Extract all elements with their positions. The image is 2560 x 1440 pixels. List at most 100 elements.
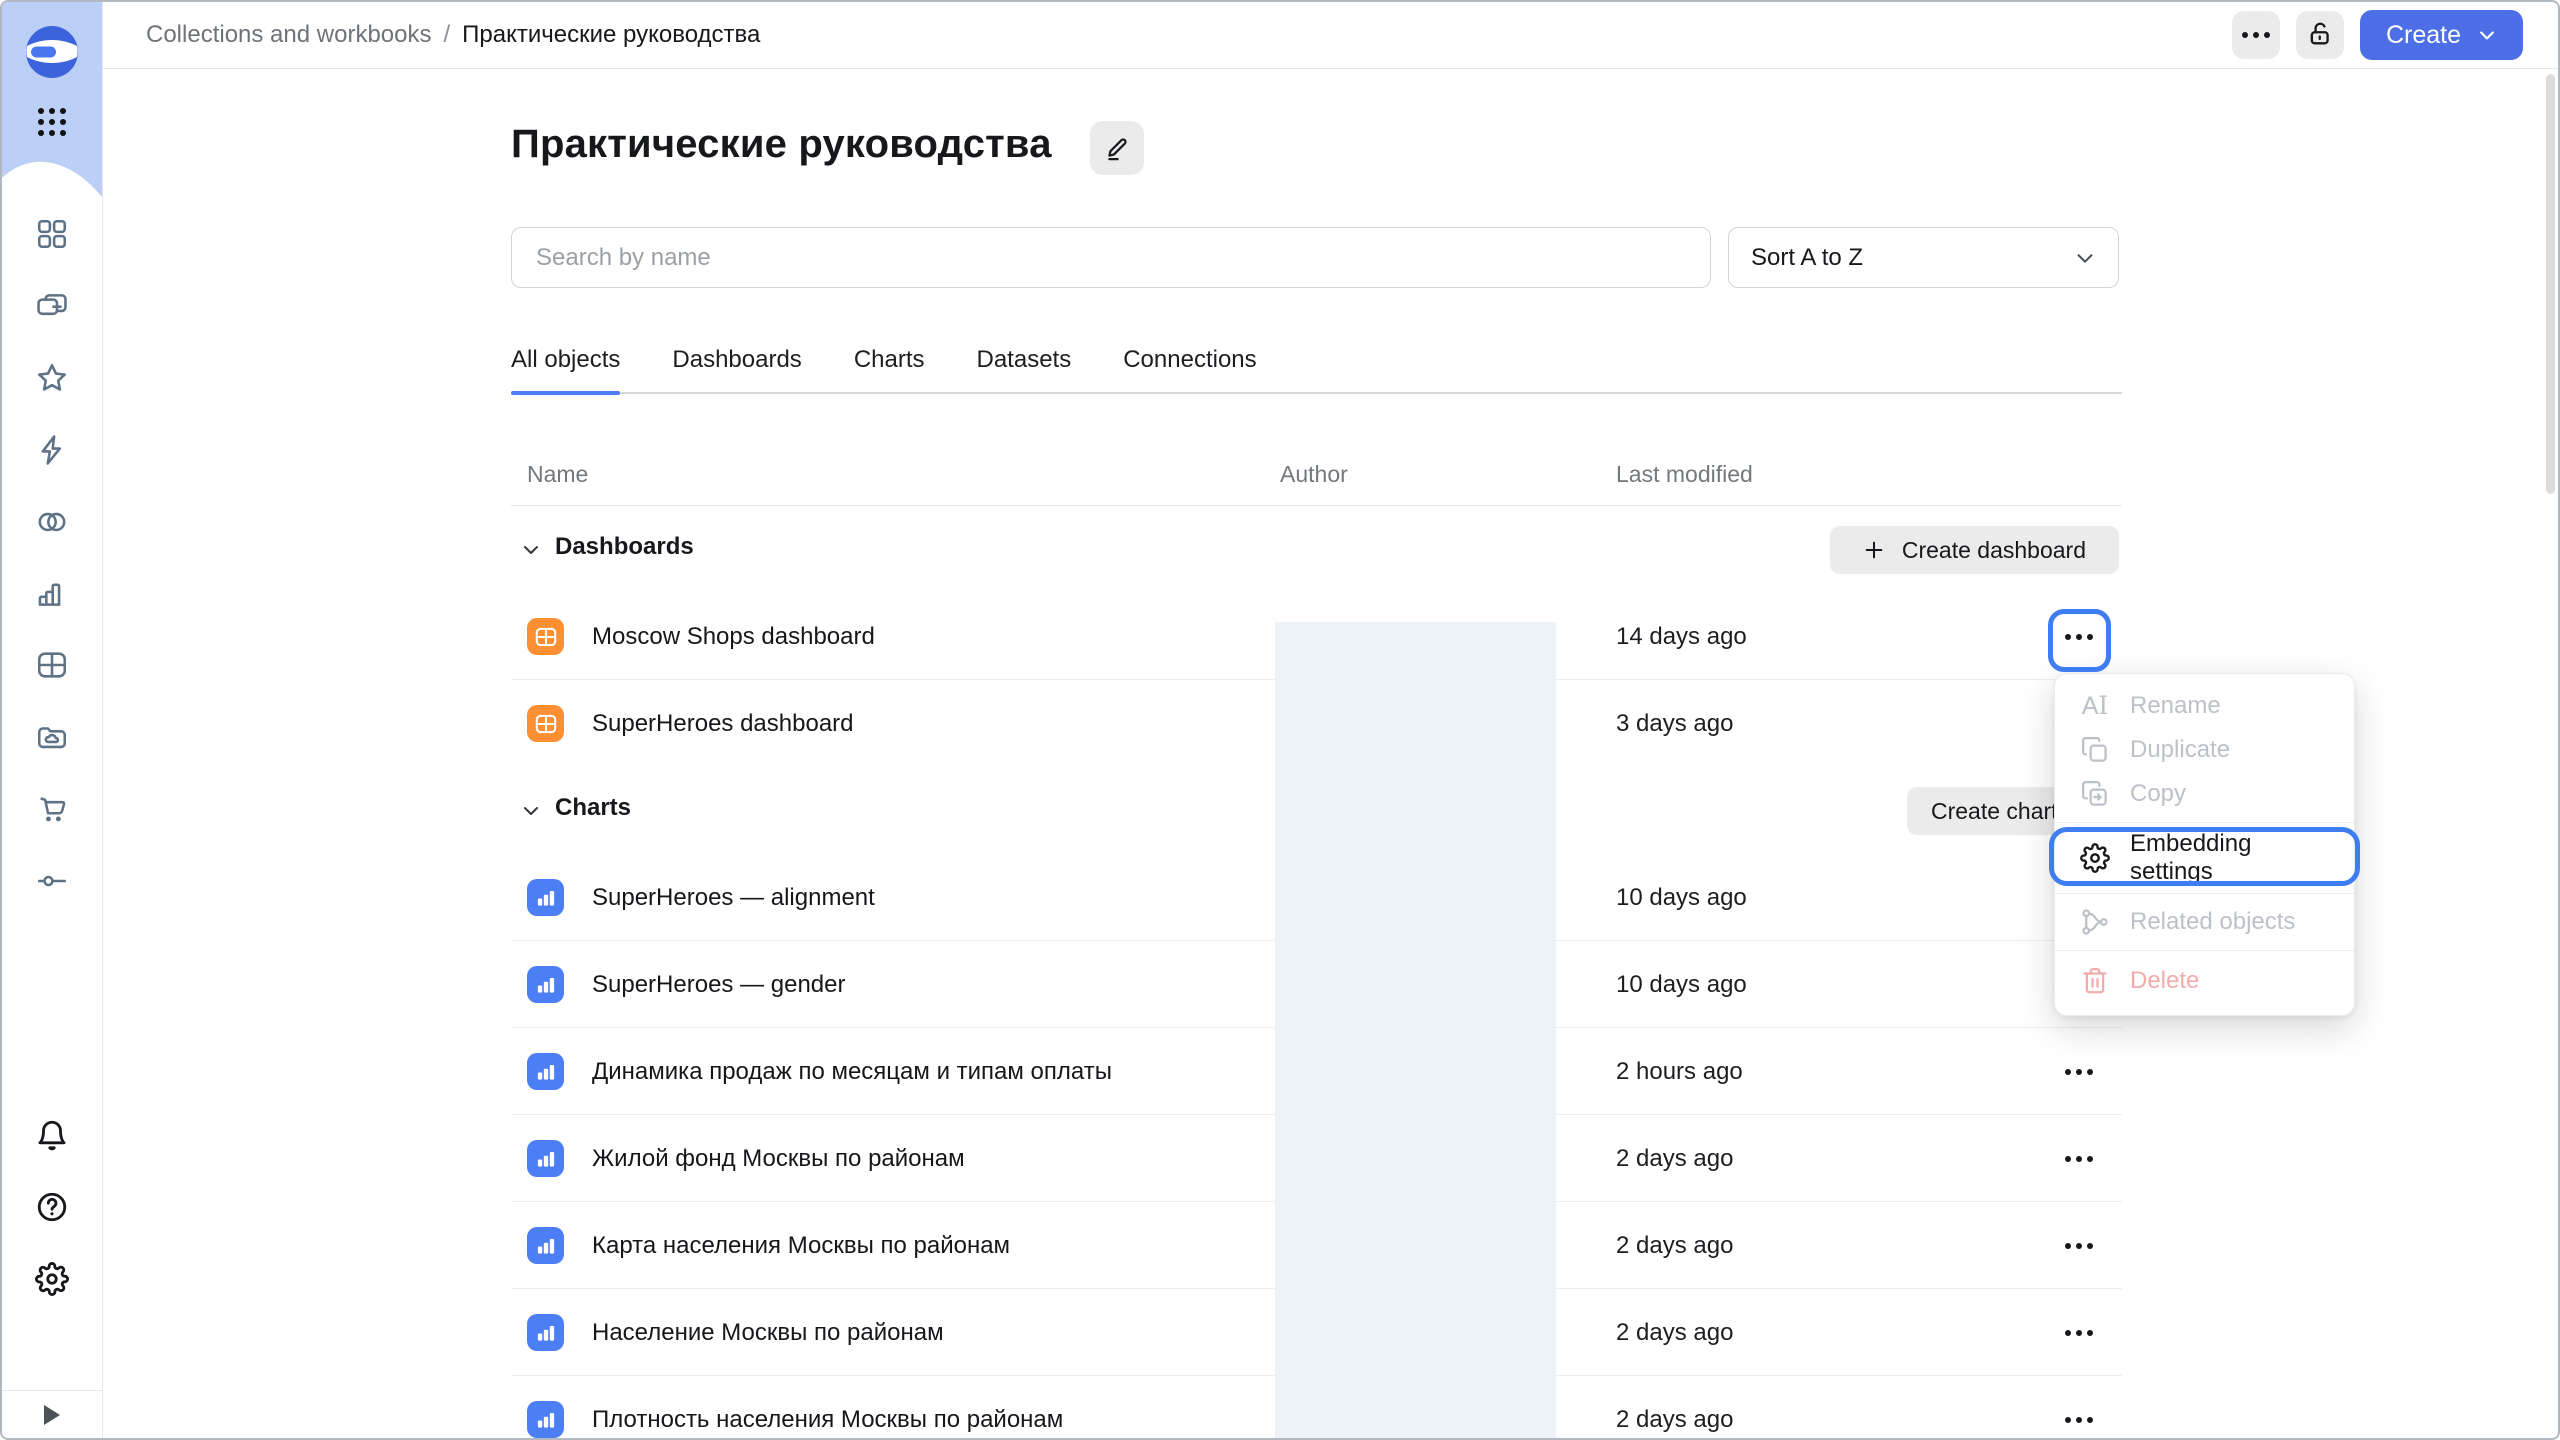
row-name[interactable]: Moscow Shops dashboard	[592, 593, 875, 680]
row-actions-button[interactable]	[2051, 1115, 2107, 1202]
chevron-down-icon	[2477, 25, 2497, 45]
row-last-modified: 10 days ago	[1616, 941, 1747, 1028]
row-name[interactable]: Карта населения Москвы по районам	[592, 1202, 1010, 1289]
row-name[interactable]: SuperHeroes — gender	[592, 941, 845, 1028]
star-icon[interactable]	[35, 361, 69, 395]
section-action-label: Create chart	[1931, 798, 2058, 825]
section-action-label: Create dashboard	[1902, 537, 2086, 564]
menu-item-copy[interactable]: Copy	[2055, 772, 2354, 816]
row-last-modified: 3 days ago	[1616, 680, 1733, 767]
gear-icon[interactable]	[35, 1262, 69, 1296]
menu-item-rename[interactable]: AI Rename	[2055, 684, 2354, 728]
folder-cloud-icon[interactable]	[35, 720, 69, 754]
menu-item-duplicate[interactable]: Duplicate	[2055, 728, 2354, 772]
dashboard-grid-icon[interactable]	[35, 648, 69, 682]
row-actions-button[interactable]	[2051, 1376, 2107, 1440]
duplicate-icon	[2080, 735, 2110, 765]
section-header: Dashboards Create dashboard	[511, 506, 2122, 593]
collections-folders-icon[interactable]	[35, 289, 69, 323]
slider-icon[interactable]	[35, 864, 69, 898]
create-button-label: Create	[2386, 21, 2461, 50]
column-last-modified: Last modified	[1616, 461, 1753, 488]
scrollbar-thumb[interactable]	[2546, 74, 2555, 494]
tab-label: All objects	[511, 346, 620, 374]
dashboard-icon	[527, 705, 564, 742]
breadcrumb-separator: /	[443, 21, 450, 49]
more-actions-button[interactable]	[2232, 11, 2280, 59]
menu-divider	[2055, 822, 2354, 823]
help-icon[interactable]	[35, 1190, 69, 1224]
menu-item-related[interactable]: Related objects	[2055, 900, 2354, 944]
breadcrumb-current: Практические руководства	[462, 21, 760, 49]
tab-label: Connections	[1123, 346, 1256, 374]
menu-item-label: Rename	[2130, 692, 2221, 720]
author-column-redaction	[1275, 622, 1556, 1439]
cart-icon[interactable]	[35, 792, 69, 826]
chart-icon	[527, 1314, 564, 1351]
row-actions-button[interactable]	[2051, 593, 2107, 680]
sidebar	[2, 2, 103, 1438]
row-name[interactable]: Плотность населения Москвы по районам	[592, 1376, 1063, 1440]
menu-item-label: Duplicate	[2130, 736, 2230, 764]
row-name[interactable]: SuperHeroes dashboard	[592, 680, 854, 767]
breadcrumb: Collections and workbooks / Практические…	[146, 21, 760, 49]
row-name[interactable]: Население Москвы по районам	[592, 1289, 944, 1376]
chevron-down-icon[interactable]	[519, 799, 543, 823]
chevron-down-icon[interactable]	[519, 538, 543, 562]
datalens-logo-icon[interactable]	[26, 26, 78, 78]
row-last-modified: 2 days ago	[1616, 1202, 1733, 1289]
row-last-modified: 14 days ago	[1616, 593, 1747, 680]
grid-squares-icon[interactable]	[35, 217, 69, 251]
tab-connections[interactable]: Connections	[1123, 336, 1256, 392]
menu-item-delete[interactable]: Delete	[2055, 959, 2354, 1003]
tabs: All objects Dashboards Charts Datasets Conne…	[511, 336, 2122, 394]
row-name[interactable]: Жилой фонд Москвы по районам	[592, 1115, 965, 1202]
row-actions-button[interactable]	[2051, 1289, 2107, 1376]
ellipsis-icon	[2065, 1069, 2093, 1075]
edit-title-button[interactable]	[1090, 121, 1144, 175]
search-input[interactable]	[511, 227, 1711, 288]
row-last-modified: 10 days ago	[1616, 854, 1747, 941]
chart-icon	[527, 879, 564, 916]
unlock-icon	[2306, 20, 2334, 51]
chevron-down-icon	[2074, 247, 2096, 269]
plus-icon	[1863, 539, 1885, 561]
tab-all-objects[interactable]: All objects	[511, 336, 620, 392]
rename-icon: AI	[2082, 691, 2109, 721]
pencil-icon	[1103, 134, 1131, 162]
lightning-icon[interactable]	[35, 433, 69, 467]
context-menu: AI Rename Duplicate	[2054, 673, 2355, 1016]
bell-icon[interactable]	[35, 1118, 69, 1152]
column-author: Author	[1280, 461, 1348, 488]
chart-icon	[527, 1140, 564, 1177]
chart-icon	[527, 1227, 564, 1264]
breadcrumb-collections[interactable]: Collections and workbooks	[146, 21, 431, 49]
linked-circles-icon[interactable]	[35, 505, 69, 539]
tab-dashboards[interactable]: Dashboards	[672, 336, 801, 392]
tab-label: Charts	[854, 346, 925, 374]
tab-datasets[interactable]: Datasets	[977, 336, 1072, 392]
menu-item-label: Related objects	[2130, 908, 2295, 936]
page-title: Практические руководства	[511, 122, 1052, 167]
expand-arrow-icon[interactable]	[44, 1405, 60, 1425]
access-button[interactable]	[2296, 11, 2344, 59]
row-actions-button[interactable]	[2051, 1202, 2107, 1289]
column-name: Name	[527, 461, 588, 488]
create-button[interactable]: Create	[2360, 10, 2523, 60]
apps-grid-icon[interactable]	[37, 107, 67, 137]
sort-select[interactable]: Sort A to Z	[1728, 227, 2119, 288]
row-name[interactable]: Динамика продаж по месяцам и типам оплат…	[592, 1028, 1112, 1115]
bar-chart-icon[interactable]	[35, 577, 69, 611]
menu-item-embedding[interactable]: Embedding settings	[2055, 829, 2354, 887]
row-name[interactable]: SuperHeroes — alignment	[592, 854, 875, 941]
tab-charts[interactable]: Charts	[854, 336, 925, 392]
row-last-modified: 2 days ago	[1616, 1289, 1733, 1376]
dashboard-icon	[527, 618, 564, 655]
gear-icon	[2080, 843, 2110, 873]
menu-item-label: Embedding settings	[2130, 830, 2329, 886]
table-column-header: Name Author Last modified	[511, 439, 2122, 506]
tab-label: Dashboards	[672, 346, 801, 374]
row-actions-button[interactable]	[2051, 1028, 2107, 1115]
section-label: Charts	[555, 794, 631, 822]
section-create-button[interactable]: Create dashboard	[1830, 526, 2119, 574]
